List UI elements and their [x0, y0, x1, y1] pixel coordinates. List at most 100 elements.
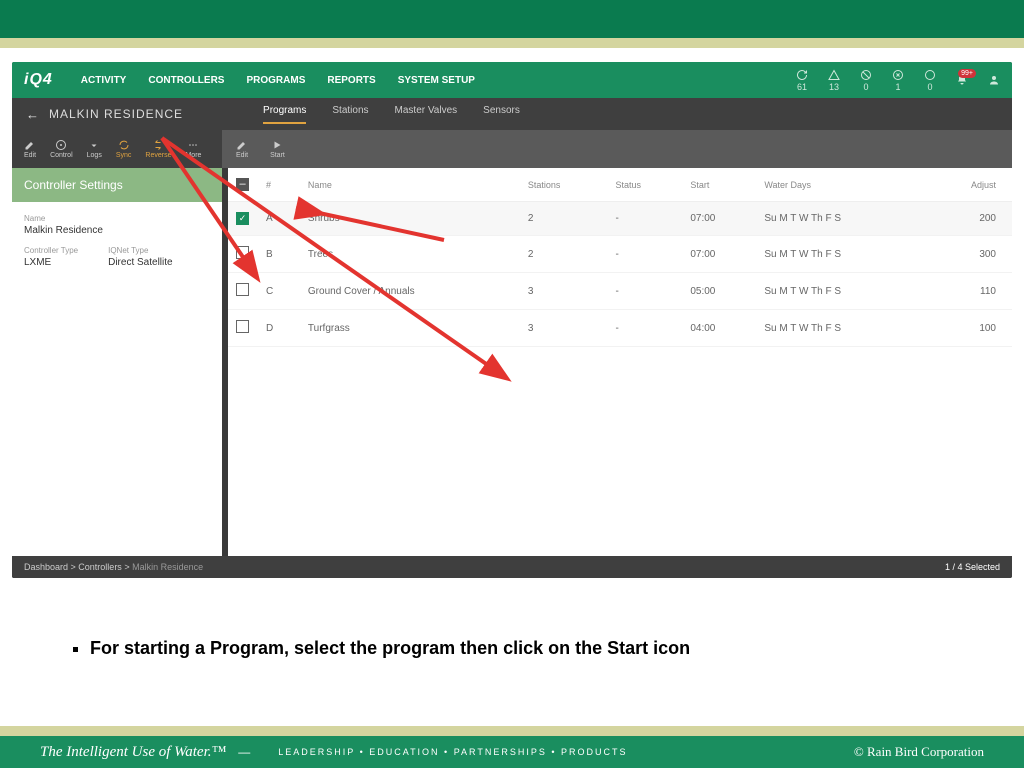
breadcrumb[interactable]: Dashboard > Controllers > Malkin Residen… [24, 562, 203, 572]
cell-stations: 3 [520, 310, 608, 347]
table-row[interactable]: ✓ AShrubs2-07:00Su M T W Th F S200 [228, 202, 1012, 236]
right-toolbar: Edit Start [222, 130, 1012, 168]
sync-status-icon[interactable]: 61 [796, 69, 808, 92]
sync-tool[interactable]: Sync [116, 139, 132, 159]
left-toolbar: Edit Control Logs Sync Reverse More [12, 130, 222, 168]
cell-status: - [607, 236, 682, 273]
page-title: MALKIN RESIDENCE [49, 107, 183, 121]
table-row[interactable]: CGround Cover / Annuals3-05:00Su M T W T… [228, 273, 1012, 310]
nav-activity[interactable]: ACTIVITY [81, 75, 127, 86]
tag-words: LEADERSHIP • EDUCATION • PARTNERSHIPS • … [278, 747, 627, 757]
cell-adjust: 110 [924, 273, 1012, 310]
selection-count: 1 / 4 Selected [945, 562, 1000, 572]
header-status-icons: 61 13 0 1 0 99+ [796, 69, 1000, 92]
cell-adjust: 300 [924, 236, 1012, 273]
cell-start: 04:00 [682, 310, 756, 347]
back-arrow-icon[interactable]: ← [26, 107, 39, 122]
sub-header: ← MALKIN RESIDENCE Programs Stations Mas… [12, 98, 1012, 130]
cell-status: - [607, 202, 682, 236]
cell-status: - [607, 310, 682, 347]
cell-adjust: 200 [924, 202, 1012, 236]
iqnet-value: Direct Satellite [108, 257, 172, 268]
circle-status-icon[interactable]: 0 [924, 69, 936, 92]
control-tool[interactable]: Control [50, 139, 73, 159]
sidebar: Controller Settings Name Malkin Residenc… [12, 168, 222, 556]
main-panel: – # Name Stations Status Start Water Day… [228, 168, 1012, 556]
cell-water: Su M T W Th F S [756, 273, 923, 310]
start-action[interactable]: Start [270, 139, 285, 159]
cell-start: 05:00 [682, 273, 756, 310]
row-checkbox[interactable] [236, 246, 249, 259]
cell-status: - [607, 273, 682, 310]
col-checkbox: – [228, 168, 258, 202]
cell-water: Su M T W Th F S [756, 236, 923, 273]
bullet-1: For starting a Program, select the progr… [90, 638, 954, 659]
col-name: Name [300, 168, 520, 202]
tab-programs[interactable]: Programs [263, 105, 306, 124]
slide-tan-stripe [0, 38, 1024, 48]
sub-tabs: Programs Stations Master Valves Sensors [263, 105, 520, 124]
table-row[interactable]: DTurfgrass3-04:00Su M T W Th F S100 [228, 310, 1012, 347]
col-adjust: Adjust [924, 168, 1012, 202]
row-checkbox[interactable] [236, 283, 249, 296]
user-icon[interactable] [988, 74, 1000, 86]
cell-stations: 2 [520, 236, 608, 273]
cell-name: Shrubs [300, 202, 520, 236]
col-status: Status [607, 168, 682, 202]
reverse-tool[interactable]: Reverse [145, 139, 171, 159]
cell-name: Ground Cover / Annuals [300, 273, 520, 310]
instruction-text: For starting a Program, select the progr… [70, 638, 954, 659]
app-header: iQ4 ACTIVITY CONTROLLERS PROGRAMS REPORT… [12, 62, 1012, 98]
warning-status-icon[interactable]: 13 [828, 69, 840, 92]
cell-id: D [258, 310, 300, 347]
tab-master-valves[interactable]: Master Valves [395, 105, 458, 124]
cell-adjust: 100 [924, 310, 1012, 347]
logs-tool[interactable]: Logs [87, 139, 102, 159]
cell-water: Su M T W Th F S [756, 202, 923, 236]
tab-sensors[interactable]: Sensors [483, 105, 520, 124]
toolbar-row: Edit Control Logs Sync Reverse More Edit… [12, 130, 1012, 168]
tab-stations[interactable]: Stations [332, 105, 368, 124]
nav-controllers[interactable]: CONTROLLERS [148, 75, 224, 86]
table-row[interactable]: BTrees2-07:00Su M T W Th F S300 [228, 236, 1012, 273]
ctype-value: LXME [24, 257, 78, 268]
col-stations: Stations [520, 168, 608, 202]
bell-icon[interactable]: 99+ [956, 74, 968, 86]
edit-tool[interactable]: Edit [24, 139, 36, 159]
content-row: Controller Settings Name Malkin Residenc… [12, 168, 1012, 556]
cancel-status-icon[interactable]: 1 [892, 69, 904, 92]
nav-system-setup[interactable]: SYSTEM SETUP [398, 75, 475, 86]
footer-tan-stripe [0, 726, 1024, 736]
edit-action[interactable]: Edit [236, 139, 248, 159]
cell-id: A [258, 202, 300, 236]
col-hash: # [258, 168, 300, 202]
cell-name: Turfgrass [300, 310, 520, 347]
cell-id: C [258, 273, 300, 310]
copyright: © Rain Bird Corporation [854, 744, 984, 760]
cell-start: 07:00 [682, 236, 756, 273]
main-nav: ACTIVITY CONTROLLERS PROGRAMS REPORTS SY… [81, 75, 475, 86]
app-screenshot: iQ4 ACTIVITY CONTROLLERS PROGRAMS REPORT… [12, 62, 1012, 578]
nav-programs[interactable]: PROGRAMS [246, 75, 305, 86]
nav-reports[interactable]: REPORTS [327, 75, 375, 86]
slide-footer: The Intelligent Use of Water.™ — LEADERS… [0, 736, 1024, 768]
ctype-label: Controller Type [24, 246, 78, 255]
col-start: Start [682, 168, 756, 202]
logo: iQ4 [24, 71, 53, 89]
footer-bar: Dashboard > Controllers > Malkin Residen… [12, 556, 1012, 578]
col-water: Water Days [756, 168, 923, 202]
cell-name: Trees [300, 236, 520, 273]
select-all-checkbox[interactable]: – [236, 178, 249, 191]
sidebar-body: Name Malkin Residence Controller Type LX… [12, 202, 222, 290]
sidebar-heading: Controller Settings [12, 168, 222, 202]
name-label: Name [24, 214, 210, 223]
programs-table: – # Name Stations Status Start Water Day… [228, 168, 1012, 347]
notification-badge: 99+ [958, 69, 976, 78]
cell-start: 07:00 [682, 202, 756, 236]
cell-stations: 2 [520, 202, 608, 236]
stop-status-icon[interactable]: 0 [860, 69, 872, 92]
row-checkbox[interactable] [236, 320, 249, 333]
row-checkbox[interactable]: ✓ [236, 212, 249, 225]
cell-stations: 3 [520, 273, 608, 310]
more-tool[interactable]: More [185, 139, 201, 159]
